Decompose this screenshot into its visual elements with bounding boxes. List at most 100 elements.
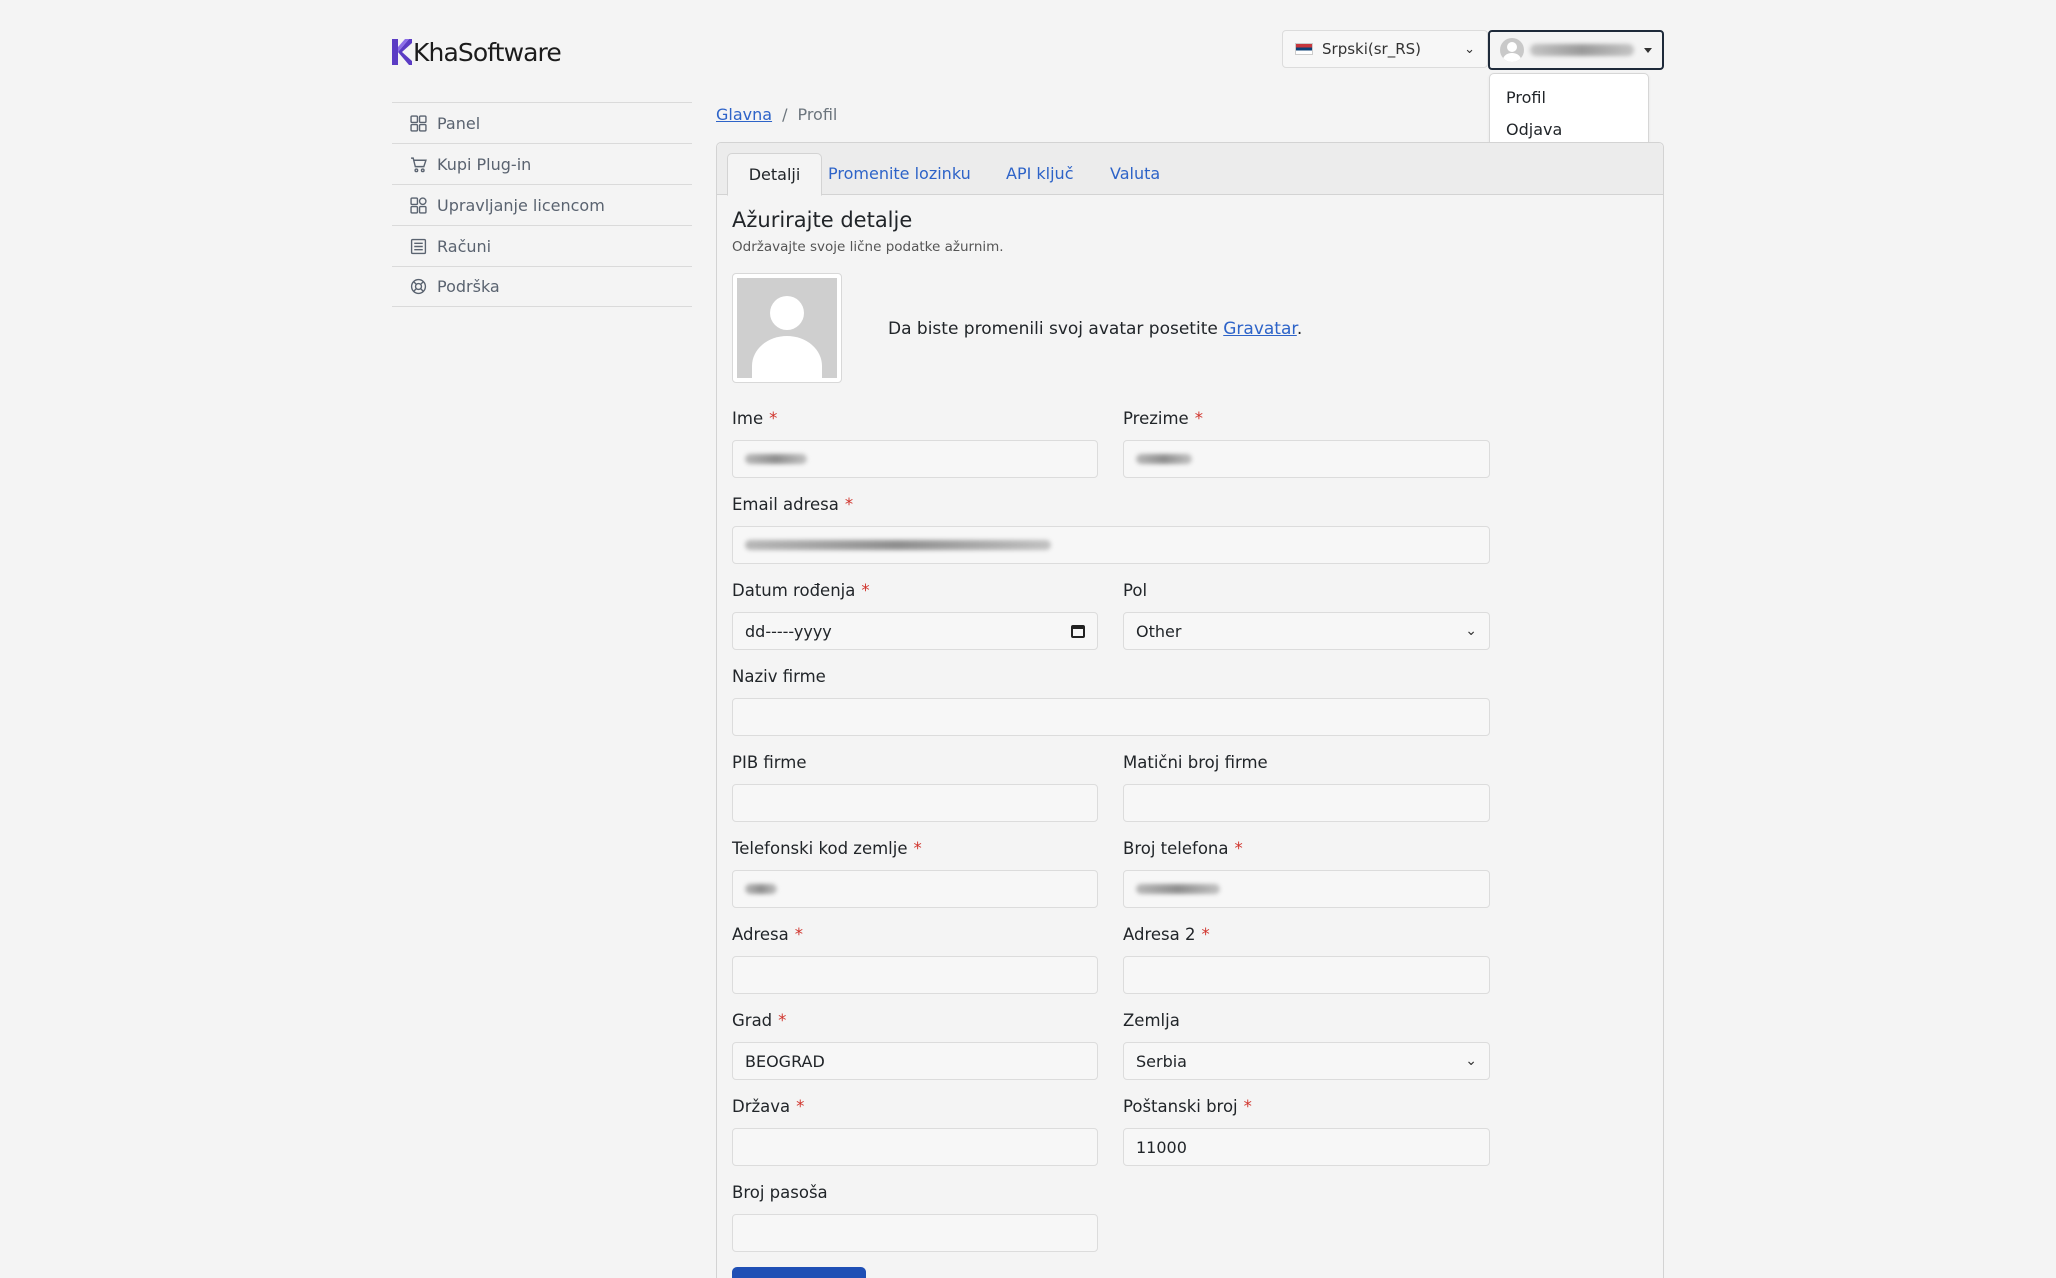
chevron-down-icon: ⌄: [1465, 1053, 1477, 1069]
country-select[interactable]: Serbia ⌄: [1123, 1042, 1490, 1080]
passport-label: Broj pasoša: [732, 1183, 828, 1202]
chevron-down-icon: ⌄: [1464, 41, 1475, 57]
tab-details[interactable]: Detalji: [727, 153, 822, 196]
sidebar-item-label: Kupi Plug-in: [437, 154, 532, 174]
sidebar-item-label: Panel: [437, 113, 481, 133]
address-label: Adresa *: [732, 925, 804, 944]
sidebar-item-label: Upravljanje licencom: [437, 195, 605, 215]
country-value: Serbia: [1136, 1051, 1187, 1071]
address2-label: Adresa 2 *: [1123, 925, 1210, 944]
country-label: Zemlja: [1123, 1011, 1180, 1030]
sidebar-item-label: Podrška: [437, 277, 500, 296]
required-marker: *: [796, 1097, 805, 1116]
gender-select[interactable]: Other ⌄: [1123, 612, 1490, 650]
cart-icon: [411, 156, 427, 172]
company-pib-input[interactable]: [732, 784, 1098, 822]
calendar-icon[interactable]: [1071, 624, 1085, 638]
user-avatar-icon: [1500, 38, 1524, 62]
avatar-image: [732, 273, 842, 383]
required-marker: *: [913, 839, 922, 858]
required-marker: *: [1194, 409, 1203, 428]
caret-down-icon: [1644, 47, 1652, 53]
city-input[interactable]: BEOGRAD: [732, 1042, 1098, 1080]
company-reg-input[interactable]: [1123, 784, 1490, 822]
tab-bar: Detalji Promenite lozinku API ključ Valu…: [717, 143, 1663, 196]
menu-item-profile[interactable]: Profil: [1490, 82, 1648, 114]
dashboard-icon: [410, 114, 427, 132]
birth-date-label: Datum rođenja *: [732, 581, 870, 600]
phone-code-label: Telefonski kod zemlje *: [732, 839, 922, 858]
state-input[interactable]: [732, 1128, 1098, 1166]
khasoftware-logo-icon: [392, 39, 412, 65]
save-button[interactable]: [732, 1267, 866, 1278]
company-reg-label: Matični broj firme: [1123, 753, 1268, 772]
city-label: Grad *: [732, 1011, 787, 1030]
brand-name: KhaSoftware: [413, 37, 562, 67]
gender-label: Pol: [1123, 581, 1148, 600]
required-marker: *: [769, 409, 778, 428]
required-marker: *: [1243, 1097, 1252, 1116]
breadcrumb-separator: /: [782, 104, 788, 124]
last-name-input[interactable]: [1123, 440, 1490, 478]
sidebar-item-license[interactable]: Upravljanje licencom: [392, 184, 692, 225]
address-input[interactable]: [732, 956, 1098, 994]
required-marker: *: [844, 495, 854, 514]
sidebar: Panel Kupi Plug-in Upravljanje licencom …: [392, 102, 692, 307]
phone-input[interactable]: [1123, 870, 1490, 908]
required-marker: *: [778, 1011, 787, 1030]
required-marker: *: [794, 925, 804, 944]
address2-input[interactable]: [1123, 956, 1490, 994]
breadcrumb-home-link[interactable]: Glavna: [716, 105, 772, 124]
redacted-value: [745, 540, 1051, 550]
redacted-value: [1136, 454, 1192, 464]
redacted-value: [745, 884, 777, 894]
language-select[interactable]: Srpski(sr_RS) ⌄: [1282, 30, 1488, 68]
company-pib-label: PIB firme: [732, 753, 807, 772]
postal-code-value: 11000: [1136, 1137, 1187, 1157]
page-subtitle: Održavajte svoje lične podatke ažurnim.: [732, 239, 1004, 255]
gravatar-link[interactable]: Gravatar: [1223, 319, 1297, 339]
state-label: Država *: [732, 1097, 805, 1116]
required-marker: *: [1234, 839, 1243, 858]
avatar-note: Da biste promenili svoj avatar posetite …: [888, 319, 1302, 339]
sidebar-item-buy-plugin[interactable]: Kupi Plug-in: [392, 143, 692, 184]
default-avatar-icon: [737, 278, 837, 378]
sidebar-item-invoices[interactable]: Računi: [392, 225, 692, 266]
tab-currency[interactable]: Valuta: [1110, 153, 1160, 196]
last-name-label: Prezime *: [1123, 409, 1203, 428]
tab-change-password[interactable]: Promenite lozinku: [828, 153, 971, 196]
redacted-value: [745, 454, 807, 464]
city-value: BEOGRAD: [745, 1051, 825, 1071]
email-input[interactable]: [732, 526, 1490, 564]
chevron-down-icon: ⌄: [1465, 623, 1477, 639]
avatar-note-suffix: .: [1296, 319, 1303, 339]
page-title: Ažurirajte detalje: [732, 208, 913, 232]
postal-code-input[interactable]: 11000: [1123, 1128, 1490, 1166]
invoice-icon: [410, 238, 427, 254]
company-name-label: Naziv firme: [732, 667, 826, 686]
phone-code-input[interactable]: [732, 870, 1098, 908]
support-icon: [410, 278, 427, 295]
tab-api-key[interactable]: API ključ: [1006, 153, 1074, 196]
user-menu-button[interactable]: [1488, 30, 1664, 70]
brand-logo[interactable]: KhaSoftware: [392, 36, 562, 68]
user-name-redacted: [1530, 44, 1634, 56]
passport-input[interactable]: [732, 1214, 1098, 1252]
required-marker: *: [861, 581, 870, 600]
gender-value: Other: [1136, 621, 1182, 641]
birth-date-placeholder: dd-----yyyy: [745, 621, 832, 641]
company-name-input[interactable]: [732, 698, 1490, 736]
language-label: Srpski(sr_RS): [1322, 40, 1422, 58]
sidebar-item-label: Računi: [437, 236, 492, 256]
birth-date-input[interactable]: dd-----yyyy: [732, 612, 1098, 650]
license-icon: [410, 196, 427, 214]
postal-code-label: Poštanski broj *: [1123, 1097, 1252, 1116]
first-name-label: Ime *: [732, 409, 778, 428]
phone-label: Broj telefona *: [1123, 839, 1243, 858]
sidebar-item-panel[interactable]: Panel: [392, 102, 692, 143]
first-name-input[interactable]: [732, 440, 1098, 478]
redacted-value: [1136, 884, 1220, 894]
breadcrumb: Glavna / Profil: [716, 103, 837, 125]
sidebar-item-support[interactable]: Podrška: [392, 266, 692, 307]
serbia-flag-icon: [1295, 43, 1313, 55]
